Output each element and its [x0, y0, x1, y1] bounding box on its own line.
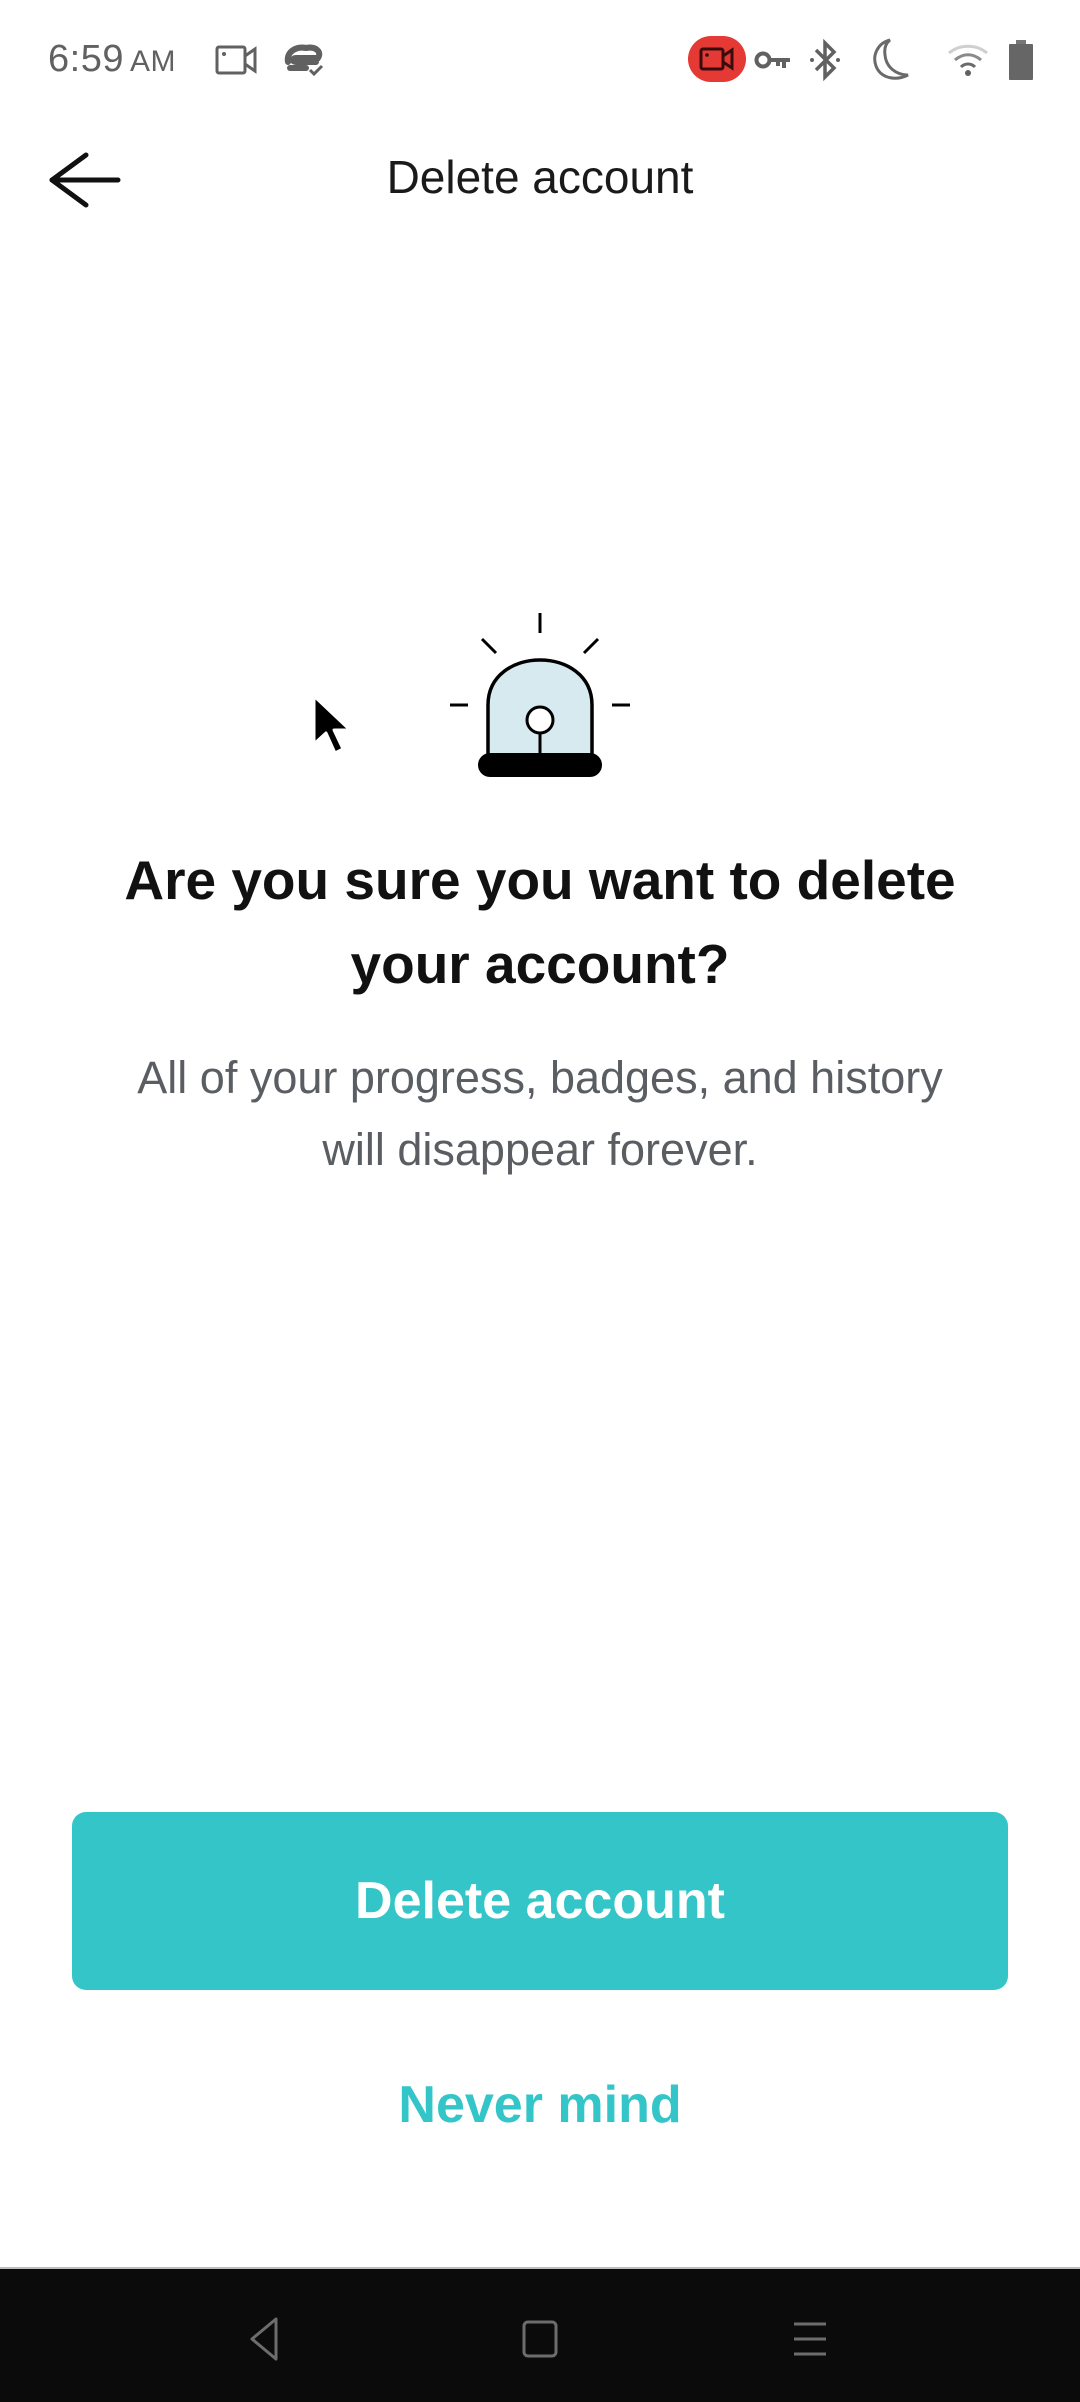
- nav-menu-button[interactable]: [760, 2299, 860, 2379]
- mouse-pointer-icon: [308, 690, 358, 765]
- headline-line-1: Are you sure you want to delete: [124, 849, 956, 911]
- vpn-key-icon: [752, 38, 796, 82]
- time-ampm: AM: [129, 45, 176, 78]
- never-mind-button[interactable]: Never mind: [240, 2060, 840, 2150]
- do-not-disturb-moon-icon: [866, 38, 916, 82]
- home-square-icon: [522, 2320, 558, 2358]
- delete-account-button[interactable]: Delete account: [72, 1812, 1008, 1990]
- back-triangle-icon: [250, 2317, 278, 2361]
- toolbar: Delete account: [0, 120, 1080, 240]
- wifi-icon: [944, 38, 992, 82]
- status-time: 6:59 AM: [48, 38, 176, 81]
- description-line-2: will disappear forever.: [322, 1124, 758, 1175]
- warning-description: All of your progress, badges, and histor…: [60, 1042, 1020, 1186]
- page-title: Delete account: [386, 151, 694, 203]
- status-bar: 6:59 AM: [0, 0, 1080, 120]
- confirmation-headline: Are you sure you want to delete your acc…: [60, 838, 1020, 1006]
- menu-lines-icon: [794, 2322, 826, 2356]
- time-value: 6:59: [48, 38, 124, 80]
- nav-home-button[interactable]: [490, 2299, 590, 2379]
- system-navigation-bar: [0, 2267, 1080, 2402]
- description-line-1: All of your progress, badges, and histor…: [137, 1052, 943, 1103]
- battery-icon: [1004, 38, 1038, 82]
- siren-alarm-icon: [440, 605, 640, 790]
- nav-back-button[interactable]: [216, 2299, 316, 2379]
- recording-active-icon: [688, 36, 746, 82]
- bluetooth-icon: [805, 38, 845, 82]
- cloud-sync-icon: [280, 38, 328, 82]
- screen-record-icon: [213, 38, 261, 82]
- headline-line-2: your account?: [350, 933, 730, 995]
